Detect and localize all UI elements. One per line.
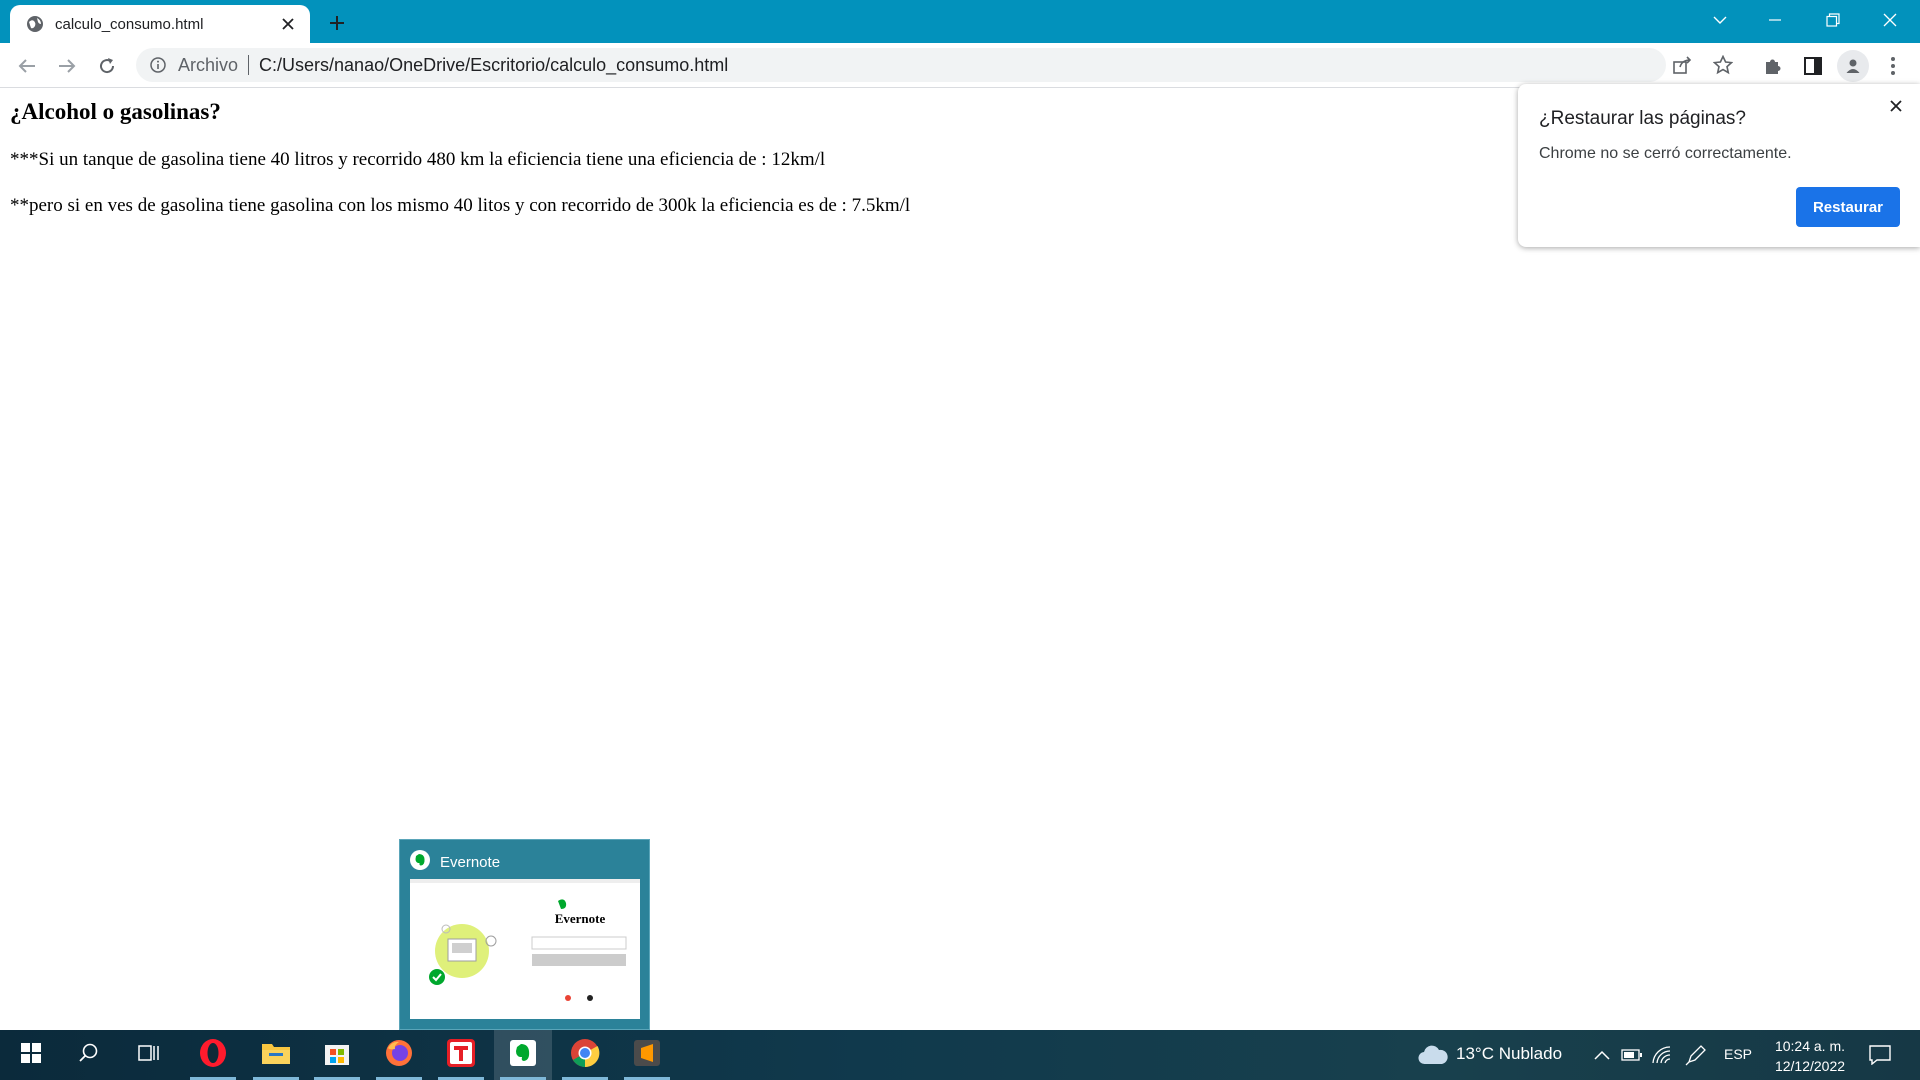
cloud-weather-icon[interactable] bbox=[1416, 1043, 1450, 1067]
globe-icon bbox=[25, 14, 45, 34]
preview-thumbnail: Evernote bbox=[410, 879, 640, 1019]
info-icon[interactable] bbox=[148, 55, 168, 75]
taskbar-app-opera[interactable] bbox=[184, 1030, 242, 1080]
browser-toolbar: Archivo C:/Users/nanao/OneDrive/Escritor… bbox=[0, 43, 1920, 88]
clock-date: 12/12/2022 bbox=[1774, 1058, 1846, 1074]
tab-close-icon[interactable] bbox=[276, 12, 300, 36]
tab-title: calculo_consumo.html bbox=[55, 15, 204, 33]
tab-search-icon[interactable] bbox=[1700, 0, 1740, 40]
tab-calculo-consumo[interactable]: calculo_consumo.html bbox=[10, 5, 310, 43]
bookmark-star-icon[interactable] bbox=[1707, 49, 1739, 81]
clock-time: 10:24 a. m. bbox=[1774, 1038, 1846, 1054]
side-panel-icon[interactable] bbox=[1797, 50, 1829, 82]
preview-title: Evernote bbox=[440, 854, 501, 871]
restore-message: Chrome no se cerró correctamente. bbox=[1539, 145, 1792, 162]
firefox-icon bbox=[384, 1038, 414, 1073]
new-tab-button[interactable] bbox=[322, 8, 352, 38]
evernote-icon bbox=[509, 1039, 537, 1072]
weather-text[interactable]: 13°C Nublado bbox=[1456, 1044, 1562, 1064]
restore-title: ¿Restaurar las páginas? bbox=[1539, 108, 1746, 129]
battery-icon[interactable] bbox=[1620, 1043, 1644, 1067]
chevron-up-icon[interactable] bbox=[1590, 1043, 1614, 1067]
search-button[interactable] bbox=[60, 1030, 118, 1080]
search-icon bbox=[78, 1042, 100, 1069]
windows-logo-icon bbox=[21, 1042, 41, 1068]
thumbnail-brand-text: Evernote bbox=[554, 911, 606, 926]
forward-icon[interactable] bbox=[51, 50, 83, 82]
page-heading: ¿Alcohol o gasolinas? bbox=[10, 99, 221, 124]
task-view-icon bbox=[138, 1043, 160, 1068]
back-icon[interactable] bbox=[11, 50, 43, 82]
profile-avatar-icon[interactable] bbox=[1837, 50, 1869, 82]
t-app-icon bbox=[446, 1038, 476, 1073]
taskbar-app-chrome[interactable] bbox=[556, 1030, 614, 1080]
language-indicator[interactable]: ESP bbox=[1724, 1046, 1752, 1062]
store-icon bbox=[323, 1039, 351, 1072]
wifi-icon[interactable] bbox=[1650, 1043, 1674, 1067]
address-scheme-label: Archivo bbox=[178, 54, 239, 75]
close-window-icon[interactable] bbox=[1870, 0, 1910, 40]
chrome-menu-icon[interactable] bbox=[1877, 50, 1909, 82]
taskbar-app-file-explorer[interactable] bbox=[247, 1030, 305, 1080]
reload-icon[interactable] bbox=[91, 50, 123, 82]
minimize-icon[interactable] bbox=[1755, 0, 1795, 40]
taskbar-app-evernote[interactable] bbox=[494, 1030, 552, 1080]
start-button[interactable] bbox=[2, 1030, 60, 1080]
taskbar-app-firefox[interactable] bbox=[370, 1030, 428, 1080]
windows-taskbar: 13°C Nublado ESP 10:24 a. m. 12/12/2022 bbox=[0, 1030, 1920, 1080]
sublime-icon bbox=[633, 1039, 661, 1072]
address-separator bbox=[248, 55, 250, 75]
opera-icon bbox=[198, 1038, 228, 1073]
task-view-button[interactable] bbox=[120, 1030, 178, 1080]
restore-window-icon[interactable] bbox=[1813, 0, 1853, 40]
tab-strip: calculo_consumo.html bbox=[0, 0, 1920, 43]
clock[interactable]: 10:24 a. m. 12/12/2022 bbox=[1760, 1036, 1860, 1076]
taskbar-app-sublime[interactable] bbox=[618, 1030, 676, 1080]
close-icon[interactable] bbox=[1884, 94, 1908, 118]
address-url[interactable]: C:/Users/nanao/OneDrive/Escritorio/calcu… bbox=[259, 55, 728, 76]
share-icon[interactable] bbox=[1667, 49, 1699, 81]
paragraph-gasoline: ***Si un tanque de gasolina tiene 40 lit… bbox=[10, 149, 826, 170]
address-bar[interactable]: Archivo C:/Users/nanao/OneDrive/Escritor… bbox=[136, 48, 1666, 82]
chrome-icon bbox=[570, 1038, 600, 1073]
evernote-taskbar-preview[interactable]: Evernote Evernote bbox=[399, 839, 650, 1030]
pen-icon[interactable] bbox=[1684, 1043, 1708, 1067]
preview-header: Evernote bbox=[410, 850, 500, 875]
paragraph-alcohol: **pero si en ves de gasolina tiene gasol… bbox=[10, 195, 911, 216]
taskbar-app-t[interactable] bbox=[432, 1030, 490, 1080]
notifications-icon[interactable] bbox=[1868, 1043, 1892, 1067]
evernote-icon bbox=[410, 850, 430, 875]
extensions-puzzle-icon[interactable] bbox=[1757, 50, 1789, 82]
folder-icon bbox=[261, 1040, 291, 1071]
restore-button[interactable]: Restaurar bbox=[1796, 187, 1900, 227]
restore-pages-bubble: ¿Restaurar las páginas? Chrome no se cer… bbox=[1518, 84, 1920, 247]
taskbar-app-store[interactable] bbox=[308, 1030, 366, 1080]
